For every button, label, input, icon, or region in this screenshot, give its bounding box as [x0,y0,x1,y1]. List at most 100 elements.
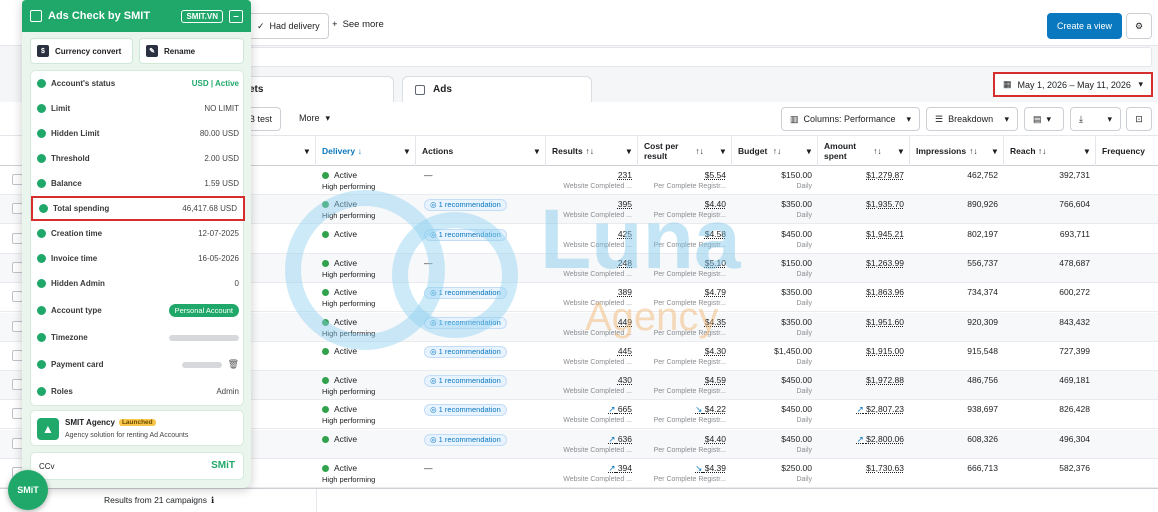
results-cell: 248 Website Completed ... [546,254,638,283]
search-filter-bar[interactable] [240,47,1152,67]
header-cost-per-result[interactable]: Cost per result ↑↓ ▾ [638,136,732,166]
name-cell[interactable] [240,254,316,283]
spent-value[interactable]: ↗ $2,807.23 [857,404,904,415]
cost-value[interactable]: $5.10 [705,258,726,268]
name-cell[interactable] [240,283,316,312]
smit-floating-button[interactable]: SMiT [8,470,48,510]
budget-value[interactable]: $450.00 [781,404,812,414]
cost-value[interactable]: $4.30 [705,346,726,356]
budget-subtext: Daily [796,476,812,483]
header-amount-spent[interactable]: Amount spent ↑↓ ▾ [818,136,910,166]
budget-value[interactable]: $1,450.00 [774,346,812,356]
spent-value[interactable]: $1,951.60 [866,317,904,327]
results-value[interactable]: 430 [618,375,632,385]
spent-value[interactable]: $1,279.87 [866,170,904,180]
cost-value[interactable]: ↘ $4.39 [695,463,726,474]
cost-value[interactable]: $4.79 [705,287,726,297]
recommendation-badge[interactable]: ◎ 1 recommendation [424,287,507,300]
header-frequency[interactable]: Frequency [1096,136,1158,166]
trash-icon[interactable]: 🗑 [228,359,239,370]
name-cell[interactable] [240,430,316,459]
results-value[interactable]: 389 [618,287,632,297]
recommendation-badge[interactable]: ◎ 1 recommendation [424,345,507,358]
smit-agency-card[interactable]: ▲ SMIT Agency Launched Agency solution f… [30,410,244,446]
smit-vn-link[interactable]: SMIT.VN [181,9,223,23]
header-delivery[interactable]: Delivery ↓ ▾ [316,136,416,166]
recommendation-badge[interactable]: ◎ 1 recommendation [424,375,507,388]
tab-ads[interactable]: Ads [402,76,592,102]
name-cell[interactable] [240,313,316,342]
header-budget[interactable]: Budget ↑↓ ▾ [732,136,818,166]
spent-value[interactable]: $1,935.70 [866,199,904,209]
create-view-button[interactable]: Create a view [1047,13,1122,39]
more-dropdown[interactable]: More ▾ [299,113,330,124]
tab-ad-sets[interactable]: ets [236,76,394,102]
name-cell[interactable] [240,400,316,429]
date-range-picker[interactable]: ▦ May 1, 2026 – May 11, 2026 ▾ [993,72,1153,97]
results-value[interactable]: 425 [618,229,632,239]
name-cell[interactable] [240,371,316,400]
recommendation-badge[interactable]: ◎ 1 recommendation [424,404,507,417]
results-value[interactable]: 248 [618,258,632,268]
spent-value[interactable]: $1,730.63 [866,463,904,473]
results-value[interactable]: ↗ 636 [608,434,632,445]
budget-value[interactable]: $250.00 [781,463,812,473]
results-value[interactable]: 449 [618,317,632,327]
spent-value[interactable]: $1,263.99 [866,258,904,268]
chart-view-button[interactable]: ⊡ [1126,107,1152,131]
recommendation-badge[interactable]: ◎ 1 recommendation [424,199,507,212]
cost-value[interactable]: $4.59 [705,375,726,385]
header-actions[interactable]: Actions ▾ [416,136,546,166]
recommendation-badge[interactable]: ◎ 1 recommendation [424,316,507,329]
name-cell[interactable] [240,166,316,195]
budget-value[interactable]: $150.00 [781,170,812,180]
reports-dropdown[interactable]: ▤ ▾ [1024,107,1064,131]
cost-value[interactable]: $5.54 [705,170,726,180]
budget-value[interactable]: $350.00 [781,287,812,297]
recommendation-badge[interactable]: ◎ 1 recommendation [424,228,507,241]
cost-value[interactable]: ↘ $4.22 [695,404,726,415]
budget-value[interactable]: $350.00 [781,199,812,209]
see-more-link[interactable]: + See more [332,19,384,30]
budget-value[interactable]: $450.00 [781,434,812,444]
trend-up-icon: ↗ [608,463,616,473]
name-cell[interactable] [240,225,316,254]
budget-value[interactable]: $350.00 [781,317,812,327]
spent-value[interactable]: $1,915.00 [866,346,904,356]
budget-value[interactable]: $450.00 [781,375,812,385]
name-cell[interactable] [240,459,316,488]
spent-value[interactable]: $1,863.96 [866,287,904,297]
header-results[interactable]: Results ↑↓ ▾ [546,136,638,166]
cost-value[interactable]: $4.58 [705,229,726,239]
results-value[interactable]: 231 [618,170,632,180]
ccv-row[interactable]: CCv SMiT [30,452,244,480]
recommendation-badge[interactable]: ◎ 1 recommendation [424,433,507,446]
filter-had-delivery[interactable]: ✓ Had delivery [248,13,329,39]
columns-dropdown[interactable]: ▥ Columns: Performance ▾ [781,107,920,131]
header-name[interactable]: ▾ [240,136,316,166]
spent-value[interactable]: $1,945.21 [866,229,904,239]
currency-convert-button[interactable]: $ Currency convert [30,38,133,64]
results-value[interactable]: 445 [618,346,632,356]
results-value[interactable]: 395 [618,199,632,209]
header-reach[interactable]: Reach ↑↓ ▾ [1004,136,1096,166]
cost-value[interactable]: $4.40 [705,434,726,444]
name-cell[interactable] [240,342,316,371]
spent-value[interactable]: $1,972.88 [866,375,904,385]
cost-value[interactable]: $4.35 [705,317,726,327]
settings-sliders-button[interactable]: ⚙ [1126,13,1152,39]
cost-value[interactable]: $4.40 [705,199,726,209]
spent-value[interactable]: ↗ $2,800.06 [857,434,904,445]
minimize-button[interactable]: – [229,9,243,23]
export-dropdown[interactable]: ⤓ ▾ [1070,107,1121,131]
results-value[interactable]: ↗ 394 [608,463,632,474]
name-cell[interactable] [240,195,316,224]
results-value[interactable]: ↗ 665 [608,404,632,415]
reach-value: 496,304 [1059,433,1090,444]
delivery-cell: Active High performing [322,459,416,488]
breakdown-dropdown[interactable]: ☰ Breakdown ▾ [926,107,1018,131]
header-impressions[interactable]: Impressions ↑↓ ▾ [910,136,1004,166]
budget-value[interactable]: $150.00 [781,258,812,268]
budget-value[interactable]: $450.00 [781,229,812,239]
rename-button[interactable]: ✎ Rename [139,38,244,64]
